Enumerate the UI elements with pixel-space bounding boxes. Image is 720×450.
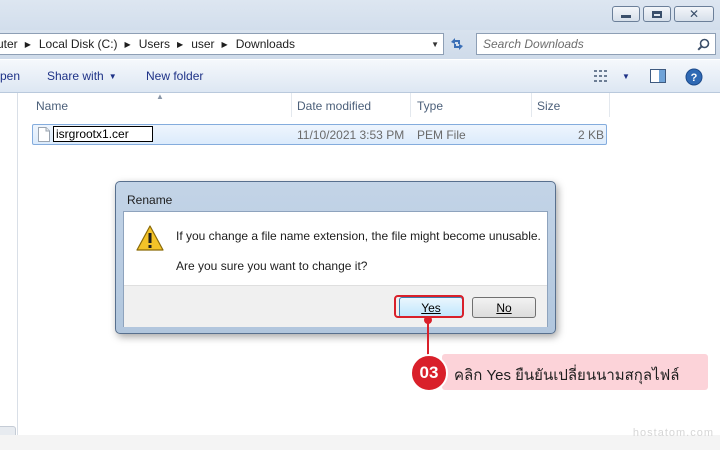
file-row-selected[interactable]: isrgrootx1.cer 11/10/2021 3:53 PM PEM Fi… [32,124,607,145]
window-title-bar: ✕ [0,0,720,30]
new-folder-label: New folder [146,69,204,83]
share-with-button[interactable]: Share with ▼ [47,69,117,83]
column-header-type[interactable]: Type [417,99,443,113]
column-divider[interactable] [291,93,292,117]
dialog-question: Are you sure you want to change it? [176,259,368,273]
column-divider[interactable] [531,93,532,117]
column-divider[interactable] [609,93,610,117]
breadcrumb-users[interactable]: Users ▶ [139,37,192,51]
refresh-button[interactable] [446,33,468,55]
chevron-right-icon[interactable]: ▶ [25,40,31,49]
refresh-icon [451,38,463,50]
dialog-footer: Yes No [124,285,547,327]
column-divider[interactable] [410,93,411,117]
dialog-title: Rename [127,193,173,207]
no-button[interactable]: No [472,297,536,318]
preview-pane-button[interactable] [650,69,666,86]
file-size: 2 KB [578,128,605,142]
annotation-text: คลิก Yes ยืนยันเปลี่ยนนามสกุลไฟล์ [454,367,680,384]
minimize-button[interactable] [612,6,640,22]
breadcrumb-user[interactable]: user ▶ [191,37,236,51]
maximize-icon [652,10,662,18]
change-view-button[interactable]: ▼ [594,70,630,82]
file-date: 11/10/2021 3:53 PM [297,128,405,142]
breadcrumb-label: uter [0,37,18,51]
help-button[interactable]: ? [685,68,703,89]
chevron-right-icon[interactable]: ▶ [125,40,131,49]
view-list-icon [594,70,607,82]
bottom-strip [0,435,720,450]
dialog-body: If you change a file name extension, the… [123,211,548,327]
search-input[interactable] [483,35,693,53]
chevron-down-icon: ▼ [108,72,117,81]
svg-text:?: ? [691,72,698,84]
chevron-right-icon[interactable]: ▶ [177,40,183,49]
rename-dialog: Rename If you change a file name extensi… [115,181,556,334]
no-label: No [496,300,512,315]
file-type: PEM File [417,128,466,142]
open-label: pen [0,69,21,83]
search-box[interactable] [476,33,716,55]
annotation-step-badge: 03 [410,354,448,392]
address-dropdown-icon[interactable]: ▼ [431,40,439,49]
chevron-down-icon[interactable]: ▼ [622,72,630,81]
watermark: hostatom.com [632,427,714,439]
breadcrumb-label: user [191,37,215,51]
column-header-size[interactable]: Size [537,99,560,113]
share-with-label: Share with [47,69,104,83]
rename-input[interactable]: isrgrootx1.cer [53,126,153,142]
annotation-label: คลิก Yes ยืนยันเปลี่ยนนามสกุลไฟล์ [442,354,708,390]
window-controls: ✕ [612,6,714,22]
help-icon: ? [685,68,703,86]
address-row: uter ▶ Local Disk (C:) ▶ Users ▶ user ▶ … [0,30,720,59]
breadcrumb-computer[interactable]: uter ▶ [0,37,39,51]
command-bar: pen Share with ▼ New folder ▼ ? [0,60,720,93]
breadcrumb-downloads[interactable]: Downloads [236,37,295,51]
column-header-name[interactable]: Name [36,99,68,113]
sort-ascending-icon: ▲ [156,92,164,101]
breadcrumb-local-disk[interactable]: Local Disk (C:) ▶ [39,37,139,51]
column-headers: ▲ Name Date modified Type Size [18,92,618,117]
preview-pane-icon [650,69,666,83]
yes-highlight-frame [394,295,464,318]
close-icon: ✕ [688,7,700,21]
close-button[interactable]: ✕ [674,6,714,22]
column-header-date[interactable]: Date modified [297,99,371,113]
dialog-message: If you change a file name extension, the… [176,229,541,243]
warning-icon [136,225,164,251]
file-icon [38,127,50,142]
chevron-right-icon[interactable]: ▶ [222,40,228,49]
address-bar[interactable]: uter ▶ Local Disk (C:) ▶ Users ▶ user ▶ … [0,33,444,55]
new-folder-button[interactable]: New folder [146,69,203,83]
open-button[interactable]: pen [0,69,20,83]
breadcrumb-label: Downloads [235,37,296,51]
minimize-icon [621,15,631,18]
search-icon[interactable] [697,38,710,51]
breadcrumb-label: Local Disk (C:) [38,37,118,51]
maximize-button[interactable] [643,6,671,22]
navigation-pane[interactable] [0,93,18,446]
breadcrumb-label: Users [138,37,171,51]
